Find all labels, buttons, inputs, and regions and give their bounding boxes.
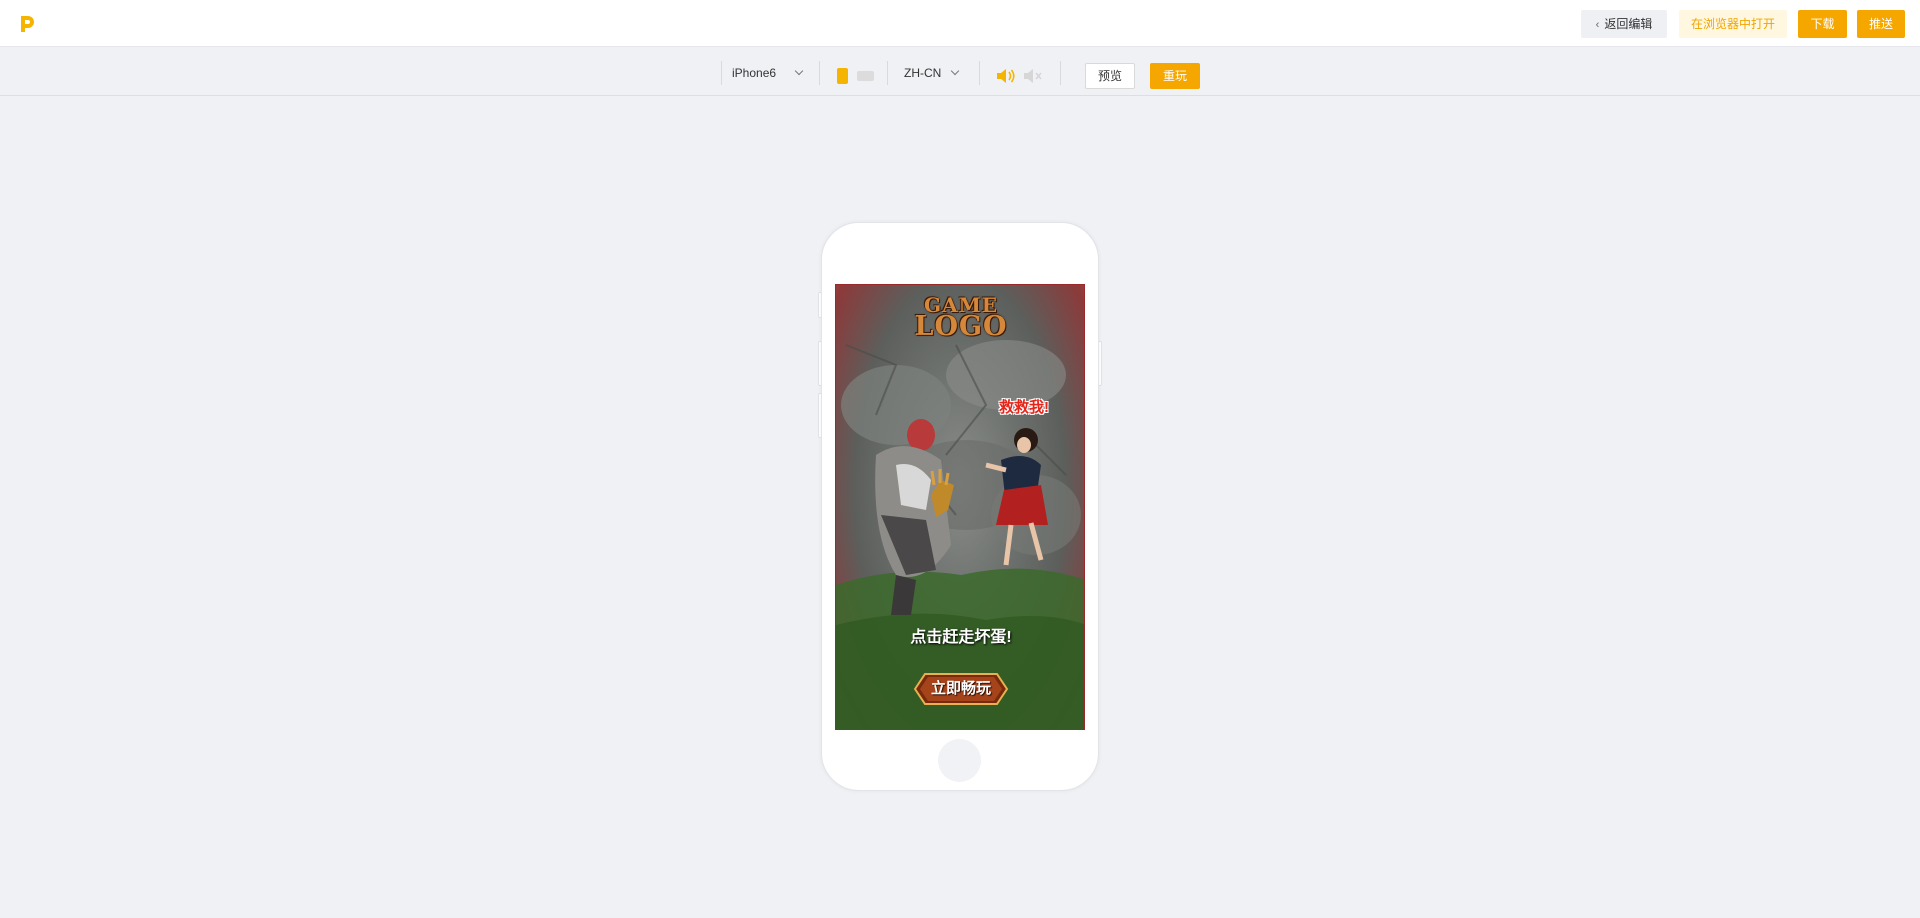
play-now-button[interactable]: 立即畅玩 <box>915 674 1007 704</box>
download-button[interactable]: 下载 <box>1798 10 1847 38</box>
chevron-down-icon <box>794 66 804 76</box>
sound-off-icon[interactable] <box>1022 67 1044 85</box>
play-now-label: 立即畅玩 <box>930 680 991 697</box>
language-select-value: ZH-CN <box>904 66 942 80</box>
chevron-down-icon <box>950 66 960 76</box>
back-to-edit-label: 返回编辑 <box>1604 17 1653 31</box>
game-scene-illustration <box>836 340 1084 729</box>
toolbar-divider <box>1060 61 1061 85</box>
open-in-browser-button[interactable]: 在浏览器中打开 <box>1679 10 1787 38</box>
tap-hint-text: 点击赶走坏蛋! <box>910 629 1012 646</box>
language-select[interactable]: ZH-CN <box>904 65 962 81</box>
replay-button[interactable]: 重玩 <box>1150 63 1200 89</box>
device-select-value: iPhone6 <box>732 66 777 80</box>
toolbar-divider <box>887 61 888 85</box>
toolbar-divider <box>979 61 980 85</box>
back-to-edit-button[interactable]: ‹ 返回编辑 <box>1581 10 1667 38</box>
landscape-orientation-toggle[interactable] <box>857 71 874 81</box>
game-logo-line2: LOGO <box>914 311 1008 342</box>
toolbar-divider <box>819 61 820 85</box>
device-select[interactable]: iPhone6 <box>732 65 806 81</box>
top-header: ‹ 返回编辑 在浏览器中打开 下载 推送 <box>0 0 1920 47</box>
push-button[interactable]: 推送 <box>1857 10 1905 38</box>
portrait-orientation-toggle[interactable] <box>837 68 848 84</box>
rescue-speech-text: 救救我! <box>999 399 1049 416</box>
preview-button[interactable]: 预览 <box>1085 63 1135 89</box>
toolbar-divider <box>721 61 722 85</box>
sound-on-icon[interactable] <box>995 67 1017 85</box>
app-logo-icon[interactable] <box>18 14 36 34</box>
chevron-left-icon: ‹ <box>1595 19 1600 31</box>
playable-ad-screen[interactable]: GAME LOGO 救救我! 点击赶走坏蛋! 立即畅玩 <box>835 284 1085 730</box>
phone-home-button[interactable] <box>938 739 981 782</box>
preview-toolbar: iPhone6 ZH-CN 预览 重玩 <box>0 48 1920 96</box>
